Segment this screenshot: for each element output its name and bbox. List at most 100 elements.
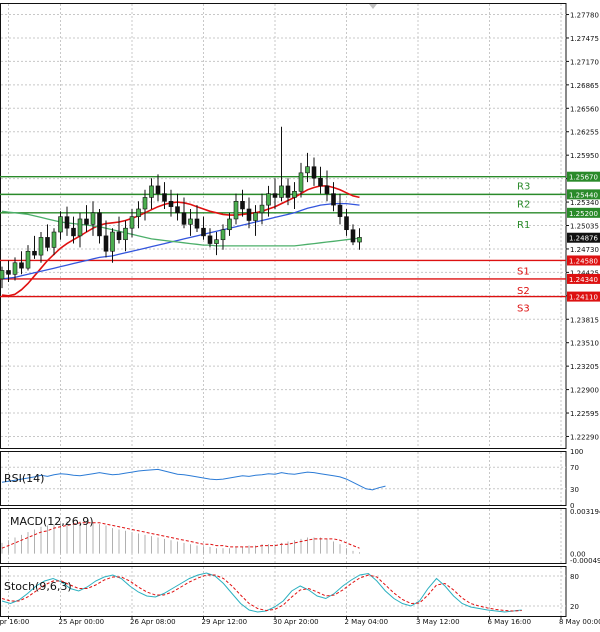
candle-body bbox=[12, 262, 18, 275]
chart-root: 1.27780 1.27475 1.27170 1.26865 1.26560 1.262… bbox=[0, 0, 600, 628]
x-tick-label-5: 2 May 04:00 bbox=[345, 618, 389, 626]
candle-body bbox=[181, 212, 187, 225]
candle-body bbox=[162, 193, 167, 202]
candle-body bbox=[77, 218, 83, 237]
candle-body bbox=[253, 212, 258, 221]
candle-body bbox=[19, 262, 24, 269]
stoch-title: Stoch(9,6,3) bbox=[4, 580, 72, 593]
rsi-y-label-1: 70 bbox=[570, 464, 579, 472]
candle-body bbox=[51, 231, 57, 248]
candle-body bbox=[123, 227, 128, 241]
candle-body bbox=[272, 193, 278, 198]
level-price-label-S3: 1.24110 bbox=[569, 294, 598, 302]
level-name-label-S1: S1 bbox=[517, 266, 530, 277]
x-tick-label-3: 29 Apr 12:00 bbox=[202, 618, 248, 626]
candle-body bbox=[45, 237, 50, 248]
candle-body bbox=[207, 235, 213, 244]
candle-body bbox=[175, 206, 180, 214]
candle-body bbox=[201, 227, 206, 237]
y-tick-label-2: 1.27170 bbox=[570, 58, 599, 66]
candle-body bbox=[6, 270, 11, 275]
candle-body bbox=[298, 172, 304, 192]
candle-body bbox=[149, 185, 154, 198]
y-tick-label-10: 1.24730 bbox=[570, 246, 599, 254]
candle-body bbox=[324, 185, 330, 194]
x-tick-label-2: 26 Apr 08:00 bbox=[130, 618, 176, 626]
y-tick-label-0: 1.27780 bbox=[570, 12, 599, 20]
candle-body bbox=[194, 218, 200, 229]
candle-body bbox=[38, 237, 44, 256]
rsi-y-label-2: 30 bbox=[570, 486, 579, 494]
y-tick-label-8: 1.25340 bbox=[570, 199, 599, 207]
candle-body bbox=[259, 204, 265, 214]
level-name-label-S3: S3 bbox=[517, 304, 530, 315]
level-price-label-R2: 1.25440 bbox=[569, 191, 598, 199]
y-tick-label-18: 1.22290 bbox=[570, 433, 599, 441]
candle-body bbox=[58, 216, 63, 233]
x-tick-label-6: 3 May 12:00 bbox=[416, 618, 460, 626]
candle-body bbox=[266, 193, 271, 206]
candle-body bbox=[227, 218, 232, 231]
candle-body bbox=[64, 216, 70, 229]
candle-body bbox=[279, 185, 284, 198]
y-tick-label-15: 1.23205 bbox=[570, 363, 599, 371]
y-tick-label-14: 1.23510 bbox=[570, 340, 599, 348]
candle-body bbox=[214, 239, 219, 244]
candle-body bbox=[0, 270, 5, 280]
candle-body bbox=[318, 177, 323, 187]
chart-svg: 1.27780 1.27475 1.27170 1.26865 1.26560 1.262… bbox=[0, 0, 600, 628]
candle-body bbox=[240, 200, 245, 210]
candle-body bbox=[136, 208, 141, 217]
level-name-label-R2: R2 bbox=[517, 200, 530, 211]
candle-body bbox=[142, 197, 148, 210]
candle-body bbox=[311, 166, 317, 179]
candle-body bbox=[331, 193, 336, 206]
level-price-label-S1: 1.24580 bbox=[569, 257, 598, 265]
rsi-y-label-0: 100 bbox=[570, 448, 583, 456]
candle-body bbox=[350, 229, 356, 243]
rsi-title: RSI(14) bbox=[4, 472, 44, 485]
y-tick-label-4: 1.26560 bbox=[570, 105, 599, 113]
candle-body bbox=[344, 216, 349, 231]
y-tick-label-13: 1.23815 bbox=[570, 316, 599, 324]
candle-body bbox=[233, 200, 239, 220]
level-name-label-R3: R3 bbox=[517, 182, 530, 193]
candle-body bbox=[246, 208, 252, 221]
candle-body bbox=[71, 227, 76, 237]
y-tick-label-1: 1.27475 bbox=[570, 35, 599, 43]
candle-body bbox=[84, 218, 89, 225]
candle-body bbox=[357, 237, 362, 243]
stoch-y-label-0: 80 bbox=[570, 573, 579, 581]
x-tick-label-4: 30 Apr 20:00 bbox=[273, 618, 319, 626]
candle-body bbox=[25, 250, 31, 269]
x-tick-label-1: 25 Apr 00:00 bbox=[59, 618, 105, 626]
current-price-label: 1.24876 bbox=[569, 235, 598, 243]
level-price-label-R1: 1.25200 bbox=[569, 210, 598, 218]
candle-body bbox=[110, 231, 115, 252]
candle-body bbox=[305, 166, 310, 174]
candle-body bbox=[285, 185, 291, 198]
candle-body bbox=[188, 218, 193, 225]
y-tick-label-9: 1.25035 bbox=[570, 223, 599, 231]
level-name-label-R1: R1 bbox=[517, 220, 530, 231]
x-tick-label-8: 8 May 00:00 bbox=[559, 618, 600, 626]
macd-y-label-0: 0.003194 bbox=[570, 508, 600, 516]
candle-body bbox=[32, 250, 37, 256]
x-tick-label-7: 6 May 16:00 bbox=[488, 618, 532, 626]
candle-body bbox=[97, 212, 102, 237]
y-tick-label-3: 1.26865 bbox=[570, 82, 599, 90]
candle-body bbox=[337, 204, 343, 217]
level-price-label-S2: 1.24340 bbox=[569, 276, 598, 284]
y-tick-label-6: 1.25950 bbox=[570, 152, 599, 160]
candle-body bbox=[129, 216, 135, 229]
candle-body bbox=[292, 190, 297, 198]
candle-body bbox=[155, 185, 161, 194]
x-tick-label-0: 24 Apr 16:00 bbox=[0, 618, 29, 626]
stoch-y-label-1: 20 bbox=[570, 603, 579, 611]
level-name-label-S2: S2 bbox=[517, 286, 530, 297]
level-price-label-R3: 1.25670 bbox=[569, 174, 598, 182]
y-tick-label-16: 1.22900 bbox=[570, 387, 599, 395]
y-tick-label-17: 1.22595 bbox=[570, 410, 599, 418]
candle-body bbox=[220, 229, 226, 241]
candle-body bbox=[103, 235, 109, 252]
